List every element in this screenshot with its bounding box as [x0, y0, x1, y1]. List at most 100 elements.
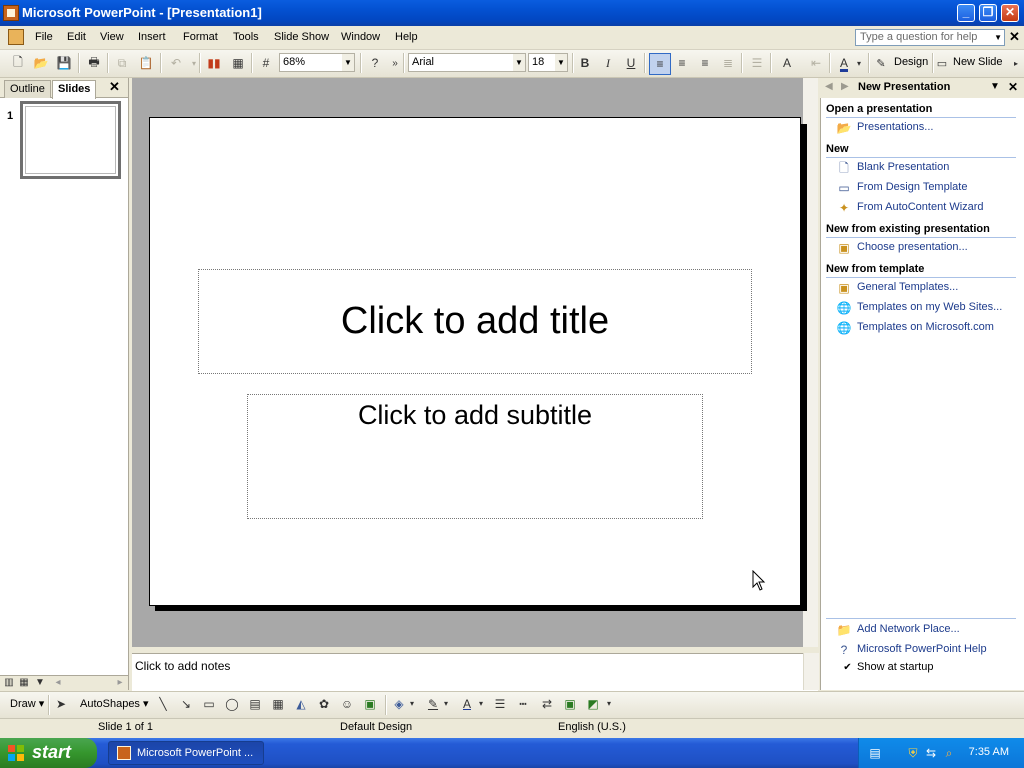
title-placeholder[interactable]: Click to add title	[198, 269, 752, 374]
underline-icon[interactable]: U	[621, 53, 641, 73]
scroll-right-icon[interactable]: ▸	[114, 677, 126, 688]
close-button[interactable]: ✕	[1001, 4, 1019, 22]
close-task-pane-icon[interactable]: ✕	[1008, 80, 1018, 94]
menu-file[interactable]: File	[35, 31, 53, 43]
toolbar-options-icon[interactable]: »	[385, 53, 405, 73]
open-icon[interactable]: 📂	[31, 53, 51, 73]
menu-tools[interactable]: Tools	[233, 31, 259, 43]
shadow-style-icon[interactable]: ▣	[561, 695, 579, 713]
save-icon[interactable]: 💾	[54, 53, 74, 73]
link-templates-microsoft[interactable]: Templates on Microsoft.com	[857, 321, 994, 333]
line-color-icon[interactable]: ✎	[424, 695, 442, 713]
menu-help[interactable]: Help	[395, 31, 418, 43]
font-size-select[interactable]: 18 ▼	[528, 53, 568, 72]
link-powerpoint-help[interactable]: Microsoft PowerPoint Help	[857, 643, 987, 655]
insert-picture-icon[interactable]: ☺	[338, 695, 356, 713]
normal-view-icon[interactable]: ▥	[3, 677, 15, 688]
chevron-down-icon[interactable]: ▾	[441, 695, 451, 713]
help-search-input[interactable]: Type a question for help ▼	[855, 29, 1005, 46]
arrow-icon[interactable]: ↘	[177, 695, 195, 713]
toolbar-options-icon[interactable]: ▾	[604, 695, 614, 713]
new-icon[interactable]: 🗋	[8, 53, 28, 73]
link-autocontent-wizard[interactable]: From AutoContent Wizard	[857, 201, 984, 213]
link-presentations[interactable]: Presentations...	[857, 121, 933, 133]
link-blank-presentation[interactable]: Blank Presentation	[857, 161, 949, 173]
menu-slide-show[interactable]: Slide Show	[274, 31, 329, 43]
chevron-down-icon[interactable]: ▾	[407, 695, 417, 713]
chevron-down-icon[interactable]: ▼	[555, 54, 567, 71]
dash-style-icon[interactable]: ┅	[514, 695, 532, 713]
line-style-icon[interactable]: ☰	[491, 695, 509, 713]
new-slide-icon[interactable]: ▭	[934, 53, 950, 73]
close-pane-icon[interactable]: ✕	[109, 79, 120, 95]
slide-sorter-view-icon[interactable]: ▦	[18, 677, 30, 688]
design-button[interactable]: Design	[894, 56, 928, 68]
menu-format[interactable]: Format	[183, 31, 218, 43]
paste-icon[interactable]: 📋	[136, 53, 156, 73]
italic-icon[interactable]: I	[598, 53, 618, 73]
link-general-templates[interactable]: General Templates...	[857, 281, 958, 293]
link-templates-web-sites[interactable]: Templates on my Web Sites...	[857, 301, 1002, 313]
line-icon[interactable]: ╲	[154, 695, 172, 713]
arrow-style-icon[interactable]: ⇄	[538, 695, 556, 713]
chevron-down-icon[interactable]: ▼	[994, 30, 1002, 45]
design-icon[interactable]: ✎	[873, 53, 889, 73]
minimize-button[interactable]: _	[957, 4, 975, 22]
chevron-down-icon[interactable]: ▼	[513, 54, 525, 71]
close-document-icon[interactable]: ✕	[1009, 29, 1020, 45]
help-icon[interactable]: ?	[365, 53, 385, 73]
notes-pane[interactable]	[132, 653, 818, 691]
print-icon[interactable]: 🖶	[84, 53, 104, 73]
justify-icon[interactable]: ≣	[718, 53, 738, 73]
insert-table-icon[interactable]: ▦	[228, 53, 248, 73]
tab-slides[interactable]: Slides	[52, 80, 97, 99]
draw-menu-button[interactable]: Draw ▾	[10, 697, 44, 710]
font-color-dropdown-icon[interactable]: ▾	[853, 53, 865, 73]
clock[interactable]: 7:35 AM	[969, 746, 1009, 758]
back-arrow-icon[interactable]: ◀	[825, 81, 833, 92]
start-button[interactable]: start	[0, 738, 97, 768]
new-slide-button[interactable]: New Slide	[953, 56, 1003, 68]
undo-icon[interactable]: ↶	[166, 53, 186, 73]
select-objects-icon[interactable]: ➤	[52, 695, 70, 713]
keyboard-icon[interactable]: ▤	[868, 746, 882, 760]
font-name-select[interactable]: Arial ▼	[408, 53, 526, 72]
security-shield-icon[interactable]: ⛨	[906, 746, 920, 760]
document-icon[interactable]	[8, 29, 24, 45]
bold-icon[interactable]: B	[575, 53, 595, 73]
network-icon[interactable]: ⇆	[924, 746, 938, 760]
link-add-network-place[interactable]: Add Network Place...	[857, 623, 960, 635]
insert-chart-icon[interactable]: ▮▮	[204, 53, 224, 73]
font-color-icon[interactable]: A	[458, 695, 476, 713]
subtitle-placeholder[interactable]: Click to add subtitle	[247, 394, 703, 519]
chevron-down-icon[interactable]: ▼	[342, 54, 354, 71]
powerpoint-app-icon[interactable]	[3, 5, 19, 21]
toolbar-options-icon[interactable]: ▸	[1010, 53, 1022, 73]
menu-edit[interactable]: Edit	[67, 31, 86, 43]
zoom-select[interactable]: 68% ▼	[279, 53, 355, 72]
fill-color-icon[interactable]: ◈	[390, 695, 408, 713]
copy-icon[interactable]: ⧉	[112, 53, 132, 73]
insert-wordart-icon[interactable]: ▦	[269, 695, 287, 713]
decrease-indent-icon[interactable]: ⇤	[806, 53, 826, 73]
search-icon[interactable]: ⌕	[942, 746, 956, 760]
menu-view[interactable]: View	[100, 31, 124, 43]
tab-outline[interactable]: Outline	[4, 80, 51, 98]
3d-style-icon[interactable]: ◩	[584, 695, 602, 713]
insert-diagram-icon[interactable]: ◭	[292, 695, 310, 713]
task-pane-menu-icon[interactable]: ▼	[990, 81, 1000, 92]
taskbar-powerpoint-button[interactable]: Microsoft PowerPoint ...	[108, 741, 264, 765]
autoshapes-menu-button[interactable]: AutoShapes ▾	[80, 697, 149, 710]
bullets-icon[interactable]: ☰	[747, 53, 767, 73]
align-right-icon[interactable]: ≡	[695, 53, 715, 73]
undo-dropdown-icon[interactable]: ▾	[184, 53, 204, 73]
show-grid-icon[interactable]: #	[256, 53, 276, 73]
align-left-icon[interactable]: ≡	[649, 53, 671, 75]
slide-thumbnail[interactable]	[20, 101, 121, 179]
forward-arrow-icon[interactable]: ▶	[841, 81, 849, 92]
link-from-design-template[interactable]: From Design Template	[857, 181, 967, 193]
link-choose-presentation[interactable]: Choose presentation...	[857, 241, 968, 253]
slide-show-view-icon[interactable]: ▼	[34, 677, 46, 688]
chevron-down-icon[interactable]: ▾	[476, 695, 486, 713]
insert-clip-art-icon[interactable]: ✿	[315, 695, 333, 713]
